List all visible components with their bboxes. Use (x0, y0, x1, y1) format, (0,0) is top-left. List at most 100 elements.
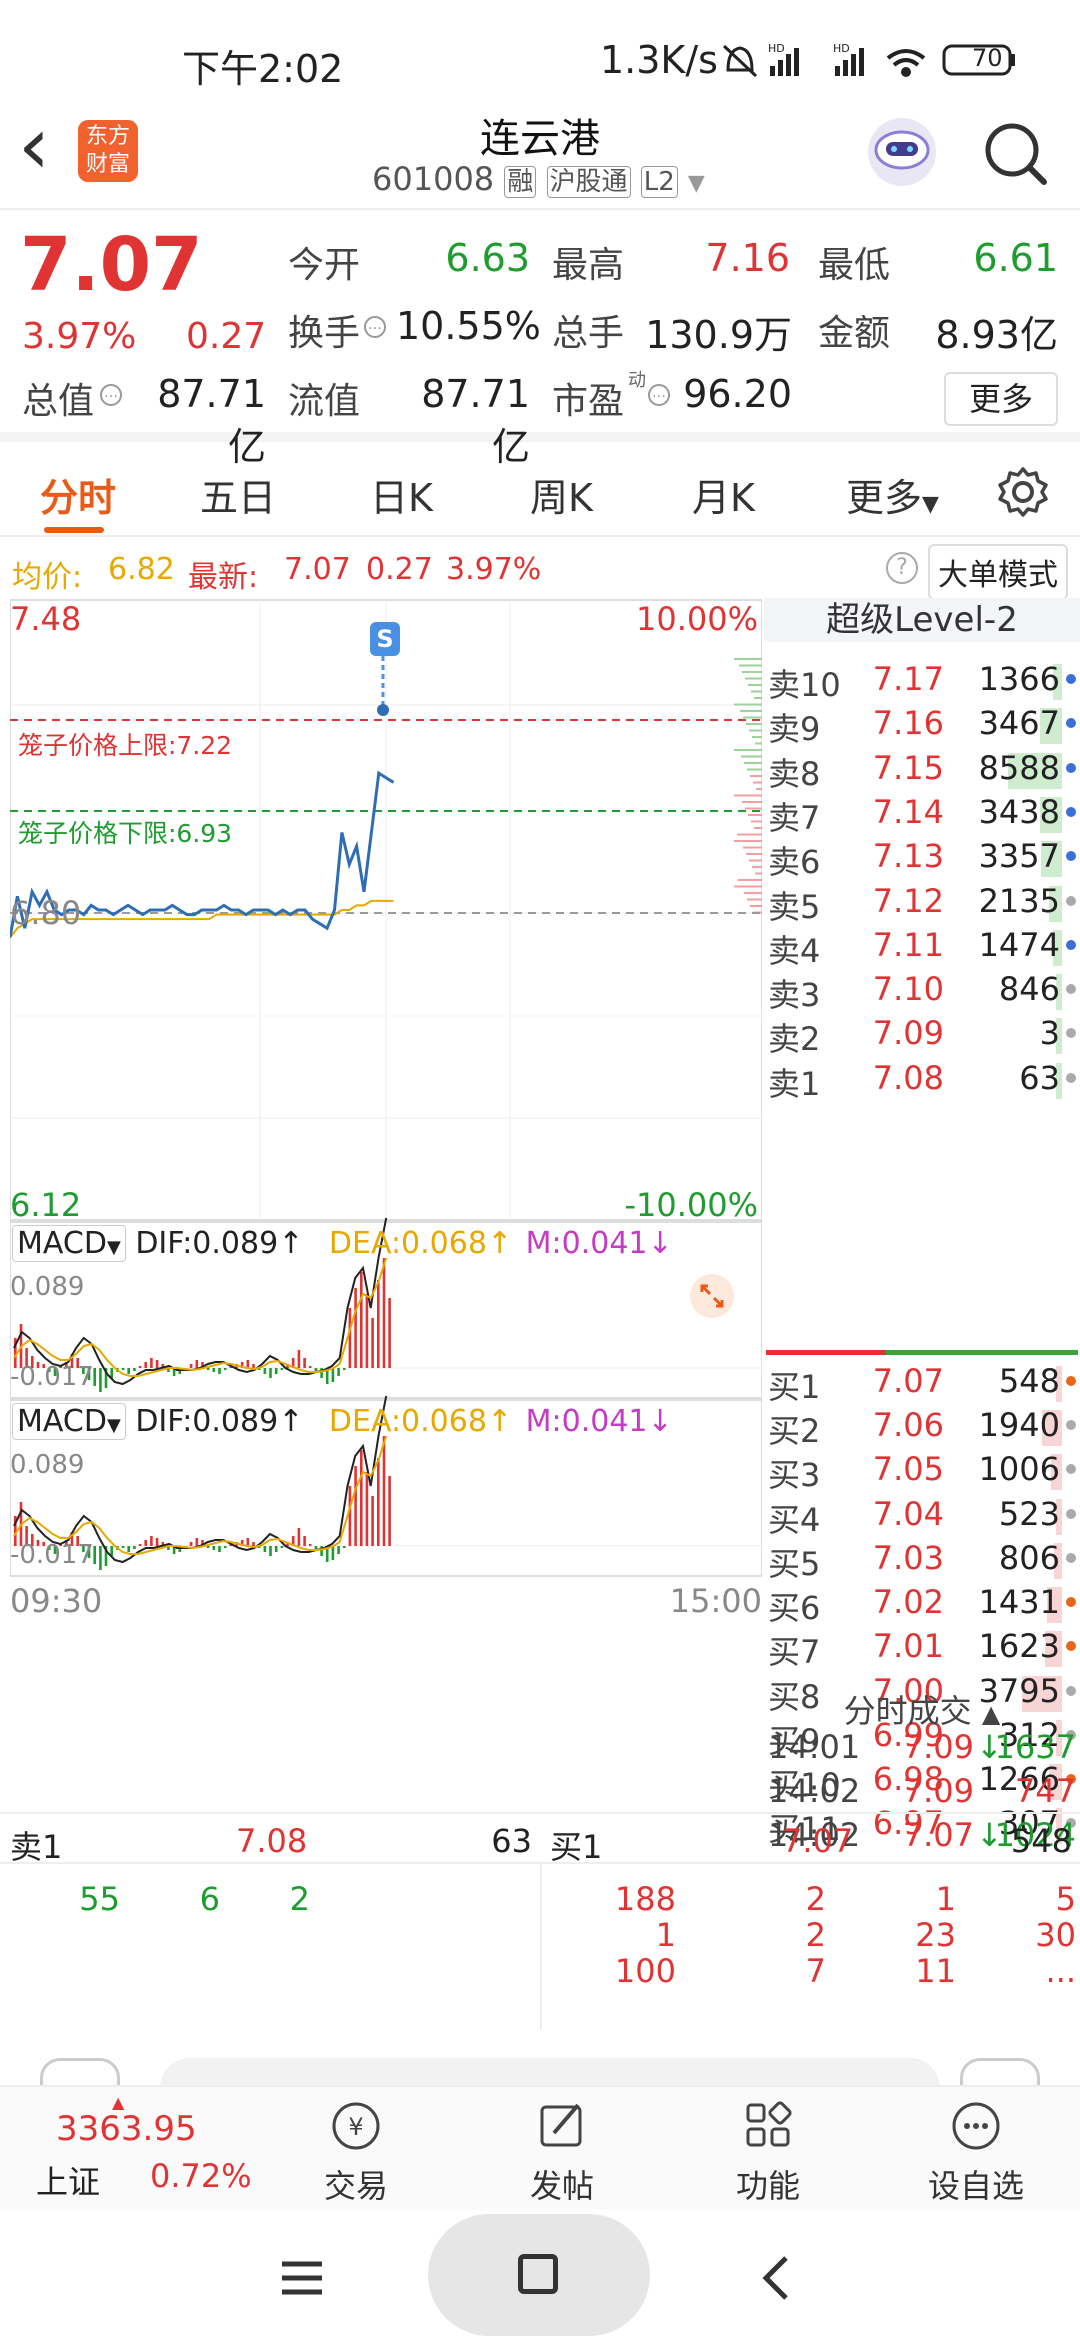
expand-icon[interactable] (690, 1274, 734, 1318)
macd-histogram-bar (263, 1368, 267, 1374)
bid-dot-icon (1066, 1508, 1076, 1519)
info-icon[interactable]: … (648, 384, 670, 406)
intraday-chart[interactable]: 7.48 10.00% 6.12 -10.00% 6.80 笼子价格上限:7.2… (8, 598, 763, 1808)
ask-row[interactable]: 卖8 7.15 8588 (764, 749, 1080, 793)
bid-dot-icon (1066, 1641, 1076, 1652)
chevron-down-icon: ▼ (922, 492, 939, 517)
macd-1-dea: DEA:0.068 (328, 1226, 487, 1261)
volume-profile-bar (750, 775, 762, 777)
volume-profile-bar (734, 658, 762, 660)
more-button[interactable]: 更多 (944, 372, 1058, 426)
ask-volume: 8588 (978, 748, 1060, 787)
nav-trade[interactable]: ¥ 交易 (296, 2099, 416, 2207)
nav-watchlist[interactable]: 设自选 (916, 2099, 1036, 2207)
comment-icon[interactable] (40, 2058, 120, 2085)
ask-row[interactable]: 卖6 7.13 3357 (764, 837, 1080, 881)
tab-five-day[interactable]: 五日 (200, 467, 276, 522)
ask-row[interactable]: 卖4 7.11 1474 (764, 926, 1080, 970)
open-label: 今开 (288, 245, 361, 286)
help-icon[interactable]: ? (886, 552, 918, 584)
ask-row[interactable]: 卖5 7.12 2135 (764, 882, 1080, 926)
tab-daily-k[interactable]: 日K (370, 467, 433, 522)
menu-icon[interactable] (278, 2258, 326, 2298)
tab-monthly-k[interactable]: 月K (692, 467, 755, 522)
robot-avatar-icon[interactable] (862, 112, 942, 192)
ask-price: 7.12 (872, 881, 944, 920)
comment-input[interactable] (160, 2058, 940, 2085)
index-widget[interactable]: 3363.95 ▲ 上证 0.72% (0, 2087, 300, 2212)
bid-price: 7.01 (872, 1627, 944, 1666)
comment-bar[interactable] (0, 2030, 1080, 2085)
volume-profile-bar (747, 898, 762, 901)
volume-profile-bar (748, 814, 762, 816)
sell-queue-cell: 55 (79, 1880, 120, 1918)
quote-panel: 7.07 3.97% 0.27 今开 6.63 最高 7.16 最低 6.61 … (0, 212, 1080, 469)
macd-histogram-bar (388, 1298, 391, 1368)
info-icon[interactable]: … (364, 316, 386, 338)
bid-label: 买1 (768, 1368, 821, 1406)
bid-row[interactable]: 买2 7.06 1940 (764, 1406, 1080, 1450)
bid-row[interactable]: 买1 7.07 548 (764, 1362, 1080, 1406)
macd-histogram-bar (337, 1368, 340, 1376)
bid-dot-icon (1066, 1597, 1076, 1608)
bid-row[interactable]: 买3 7.05 1006 (764, 1450, 1080, 1494)
home-button[interactable] (428, 2214, 650, 2336)
turnover-value: 10.55% (396, 304, 541, 348)
bid-row[interactable]: 买5 7.03 806 (764, 1539, 1080, 1583)
index-value: 3363.95 (56, 2109, 197, 2149)
tab-more[interactable]: 更多▼ (846, 467, 939, 522)
ask-row[interactable]: 卖2 7.09 3 (764, 1014, 1080, 1058)
dropdown-icon[interactable]: ▼ (688, 171, 705, 196)
big-order-mode-button[interactable]: 大单模式 (928, 544, 1068, 600)
macd-histogram-bar (246, 1538, 250, 1546)
ask-row[interactable]: 卖7 7.14 3438 (764, 793, 1080, 837)
back-nav-icon[interactable] (756, 2254, 796, 2302)
ask-row[interactable]: 卖3 7.10 846 (764, 970, 1080, 1014)
volume-profile-bar (734, 794, 762, 797)
macd-1-m: M:0.041 (525, 1226, 648, 1261)
ask-dot-icon (1066, 939, 1076, 950)
gear-icon[interactable] (996, 465, 1050, 519)
bid-price: 7.02 (872, 1583, 944, 1622)
search-icon[interactable] (980, 118, 1050, 188)
signal-point (377, 704, 389, 716)
s-signal-marker[interactable]: S (370, 622, 400, 656)
tab-weekly-k[interactable]: 周K (530, 467, 593, 522)
trades-header[interactable]: 分时成交 ▲ (764, 1686, 1080, 1732)
tab-intraday[interactable]: 分时 (40, 467, 116, 522)
nav-post[interactable]: 发帖 (502, 2099, 622, 2207)
latest-value: 7.07 (284, 552, 351, 587)
bid-row[interactable]: 买6 7.02 1431 (764, 1583, 1080, 1627)
ask-row[interactable]: 卖10 7.17 1366 (764, 660, 1080, 704)
volume-profile-bar (744, 762, 762, 764)
buy-queue-cell: 7 (805, 1952, 826, 1990)
trades-title: 分时成交 (843, 1692, 972, 1730)
nav-functions[interactable]: 功能 (708, 2099, 828, 2207)
macd-2-selector[interactable]: MACD▼ (12, 1403, 126, 1440)
stock-header: ‹ 东方 财富 连云港 601008 融 沪股通 L2 ▼ (0, 100, 1080, 210)
queue-buy-label: 买1 (550, 1828, 603, 1866)
network-speed: 1.3K/s (600, 38, 718, 82)
info-icon[interactable]: … (100, 384, 122, 406)
volume-profile-bar (742, 671, 762, 673)
macd-histogram-bar (150, 1358, 153, 1368)
latest-label: 最新: (188, 560, 259, 595)
turnover-label: 换手 (288, 313, 361, 354)
volume-value: 130.9万 (645, 313, 792, 357)
ask-row[interactable]: 卖9 7.16 3467 (764, 704, 1080, 748)
tag-margin: 融 (504, 166, 537, 198)
amount-value: 8.93亿 (935, 313, 1058, 357)
share-icon[interactable] (960, 2058, 1040, 2085)
level2-title[interactable]: 超级Level-2 (764, 598, 1080, 642)
bid-row[interactable]: 买4 7.04 523 (764, 1495, 1080, 1539)
ask-row[interactable]: 卖1 7.08 63 (764, 1059, 1080, 1103)
bid-row[interactable]: 买7 7.01 1623 (764, 1627, 1080, 1671)
macd-histogram-bar (138, 1544, 142, 1546)
ask-dot-icon (1066, 895, 1076, 906)
volume-profile-bar (749, 729, 762, 732)
macd-histogram-bar (297, 1528, 301, 1546)
macd-1-selector[interactable]: MACD▼ (12, 1225, 126, 1262)
ask-volume: 2135 (978, 881, 1060, 920)
bid-dot-icon (1066, 1552, 1076, 1563)
bid-volume: 548 (998, 1362, 1060, 1400)
